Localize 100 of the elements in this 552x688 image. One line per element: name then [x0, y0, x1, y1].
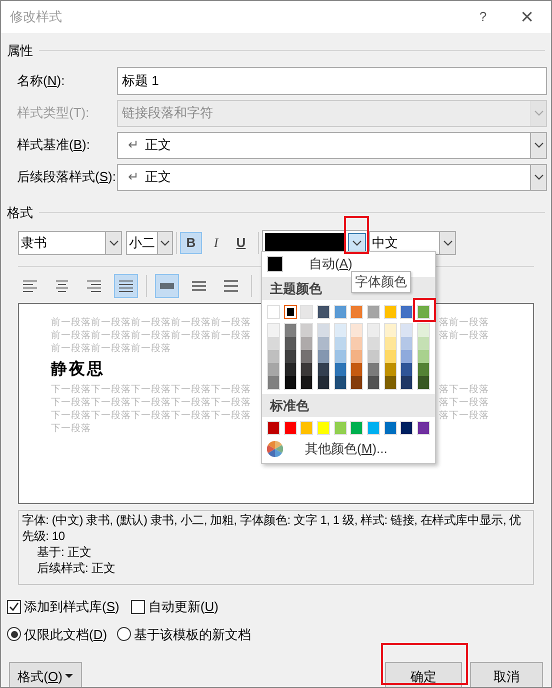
line-spacing-button[interactable] — [155, 274, 179, 298]
font-color-dropdown[interactable] — [348, 233, 366, 253]
align-left-icon — [22, 279, 38, 293]
color-swatch[interactable] — [284, 305, 297, 319]
select-value: 链接段落和字符 — [122, 104, 213, 122]
color-swatch[interactable] — [384, 337, 396, 350]
color-swatch[interactable] — [334, 337, 346, 350]
color-swatch[interactable] — [418, 350, 429, 363]
menu-item[interactable]: 自动(A) — [299, 254, 352, 274]
preview-text: 前一段落前一段落前一段落 — [51, 342, 171, 355]
close-button[interactable]: × — [503, 1, 551, 33]
color-swatch[interactable] — [267, 256, 283, 272]
color-swatch[interactable] — [284, 324, 296, 337]
color-swatch[interactable] — [401, 337, 412, 350]
ok-button[interactable]: 确定 — [385, 662, 462, 687]
color-swatch[interactable] — [301, 324, 312, 337]
color-swatch[interactable] — [401, 376, 412, 389]
preview-text: 下一段落下一段落下一段落下一段落下一段落 — [51, 409, 251, 422]
color-swatch[interactable] — [268, 324, 280, 337]
chevron-icon — [534, 174, 544, 180]
preview-sample: 静夜思 — [51, 359, 105, 379]
size-select[interactable]: 小二 — [126, 231, 173, 255]
color-swatch[interactable] — [351, 363, 362, 376]
cancel-button[interactable]: 取消 — [470, 662, 543, 687]
radio-button[interactable] — [117, 627, 132, 642]
line-spacing-icon — [223, 279, 239, 293]
color-swatch[interactable] — [284, 376, 296, 389]
menu-item[interactable]: 其他颜色(M)... — [295, 439, 388, 459]
color-swatch[interactable] — [284, 363, 296, 376]
color-swatch[interactable] — [384, 363, 396, 376]
option-label: 仅限此文档(D) — [24, 626, 108, 644]
preview-text: 前一段落前一段落前一段落前一段落前一段落 — [51, 316, 251, 329]
color-swatch[interactable] — [418, 324, 429, 337]
align-justify-button[interactable] — [114, 274, 138, 298]
color-swatch[interactable] — [351, 337, 362, 350]
italic-button[interactable]: I — [205, 232, 227, 254]
paragraph-mark-icon: ↵ — [122, 135, 139, 155]
color-swatch[interactable] — [301, 376, 312, 389]
style-select[interactable]: ↵ 正文 — [117, 164, 547, 190]
color-swatch[interactable] — [351, 350, 362, 363]
color-swatch[interactable] — [418, 376, 429, 389]
highlight-frame — [413, 298, 436, 322]
color-swatch[interactable] — [301, 350, 312, 363]
color-swatch[interactable] — [384, 376, 396, 389]
color-swatch[interactable] — [268, 337, 280, 350]
description-text: 后续样式: 正文 — [36, 560, 117, 576]
color-swatch[interactable] — [268, 350, 280, 363]
color-swatch[interactable] — [318, 363, 330, 376]
color-swatch[interactable] — [351, 376, 362, 389]
color-swatch[interactable] — [334, 350, 346, 363]
checkbox[interactable] — [131, 600, 146, 614]
color-swatch[interactable] — [368, 363, 379, 376]
preview-text: 落前一段落 — [439, 316, 489, 329]
color-swatch[interactable] — [368, 376, 379, 389]
style-select[interactable]: ↵ 正文 — [117, 132, 547, 158]
bold-button[interactable]: B — [180, 232, 202, 254]
color-swatch[interactable] — [301, 337, 312, 350]
font-select[interactable]: 隶书 — [18, 231, 122, 255]
field-label: 样式基准(B): — [17, 136, 91, 154]
color-swatch[interactable] — [284, 337, 296, 350]
color-swatch[interactable] — [401, 363, 412, 376]
color-swatch[interactable] — [268, 363, 280, 376]
help-button[interactable]: ? — [463, 1, 503, 33]
name-field[interactable]: 标题 1 — [117, 66, 547, 94]
align-justify-icon — [118, 279, 134, 293]
menu-button[interactable]: 格式(O) — [9, 662, 82, 687]
color-swatch[interactable] — [351, 324, 362, 337]
color-swatch[interactable] — [284, 350, 296, 363]
field-label: 样式类型(T): — [17, 104, 90, 122]
color-swatch[interactable] — [368, 324, 379, 337]
color-swatch[interactable] — [318, 376, 330, 389]
select-value: 正文 — [145, 136, 171, 154]
preview-text: 下一段落下一段落下一段落下一段落下一段落 — [51, 396, 251, 409]
color-swatch[interactable] — [368, 337, 379, 350]
color-swatch[interactable] — [318, 324, 330, 337]
color-swatch[interactable] — [318, 337, 330, 350]
color-swatch[interactable] — [418, 363, 429, 376]
color-swatch[interactable] — [384, 350, 396, 363]
checkbox[interactable] — [7, 600, 21, 614]
color-swatch[interactable] — [418, 337, 429, 350]
field-label: 后续段落样式(S): — [17, 168, 117, 186]
color-swatch[interactable] — [301, 363, 312, 376]
description-text: 基于: 正文 — [36, 544, 93, 560]
chevron-icon — [160, 240, 170, 246]
field-label: 名称(N): — [17, 72, 66, 90]
color-swatch[interactable] — [318, 350, 330, 363]
preview-text: 落前一段落 — [439, 329, 489, 342]
color-swatch[interactable] — [401, 324, 412, 337]
color-swatch[interactable] — [334, 376, 346, 389]
color-swatch[interactable] — [334, 324, 346, 337]
align-right-icon — [86, 279, 102, 293]
color-swatch[interactable] — [384, 324, 396, 337]
radio-button[interactable] — [7, 627, 21, 642]
line-spacing-icon — [191, 279, 207, 293]
color-swatch[interactable] — [334, 363, 346, 376]
color-swatch[interactable] — [368, 350, 379, 363]
preview-text: 前一段落前一段落前一段落前一段落前一段落 — [51, 329, 251, 342]
color-swatch[interactable] — [401, 350, 412, 363]
underline-button[interactable]: U — [230, 232, 252, 254]
color-swatch[interactable] — [268, 376, 280, 389]
